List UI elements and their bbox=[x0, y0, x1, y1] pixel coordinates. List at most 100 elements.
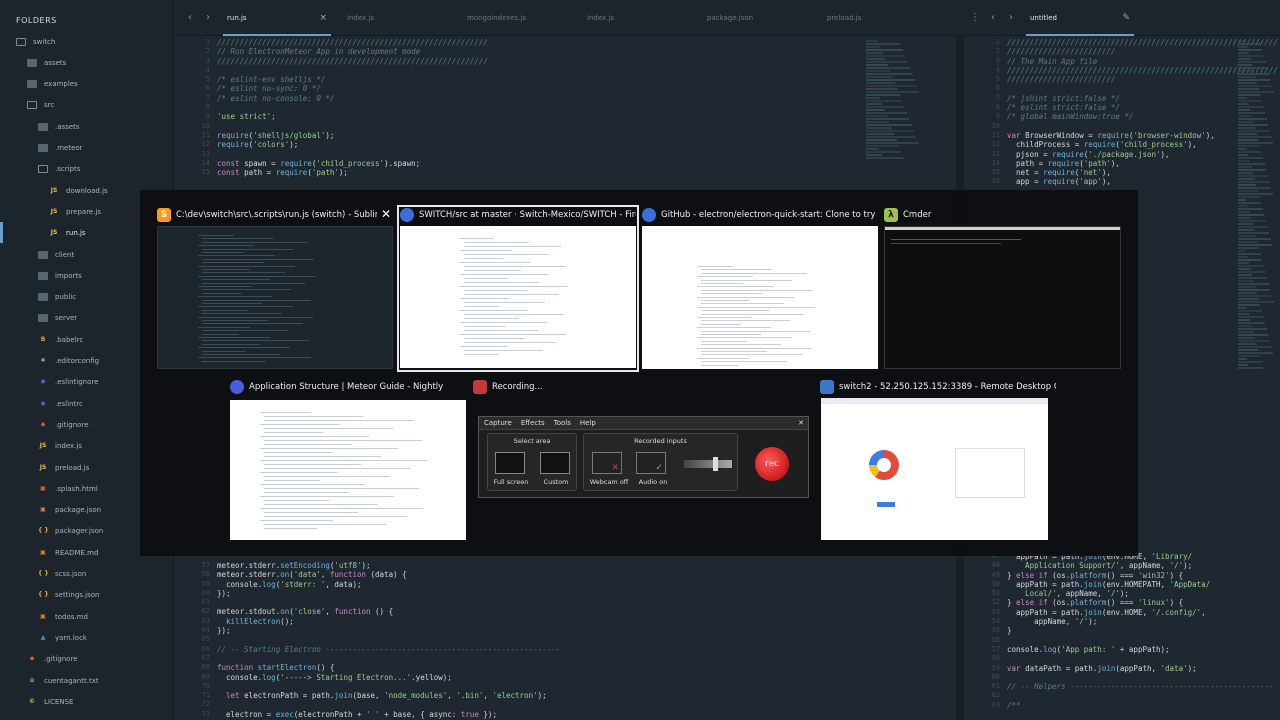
minimap-line bbox=[866, 109, 885, 111]
audio-level-thumb[interactable] bbox=[712, 457, 718, 471]
tab[interactable]: package.json bbox=[697, 0, 817, 36]
switcher-window-sublime[interactable]: S C:\dev\switch\src\.scripts\run.js (swi… bbox=[157, 206, 395, 370]
tree-item[interactable]: JS run.js bbox=[49, 223, 86, 244]
edit-icon[interactable]: ✎ bbox=[1122, 13, 1130, 23]
tree-item[interactable]: ◆ .gitignore bbox=[38, 414, 89, 435]
minimap-line bbox=[1238, 325, 1252, 327]
right-code-bottom[interactable]: appPath = path.join(env.HOME, 'Library/ … bbox=[1007, 552, 1273, 710]
record-button[interactable]: rec bbox=[755, 447, 789, 481]
thumbnail-line bbox=[264, 452, 332, 453]
tree-item-label: .meteor bbox=[55, 144, 83, 152]
tree-item[interactable]: client bbox=[38, 244, 74, 265]
microphone-icon[interactable]: ✓ bbox=[636, 452, 666, 474]
thumbnail-line bbox=[701, 269, 772, 271]
selection-indicator bbox=[0, 222, 3, 243]
tree-item-label: switch bbox=[33, 37, 56, 46]
braces-file-icon: { } bbox=[38, 527, 49, 535]
left-code-top[interactable]: ////////////////////////////////////////… bbox=[217, 38, 488, 177]
tree-item[interactable]: ▲ yarn.lock bbox=[38, 627, 87, 648]
tree-item[interactable]: © LICENSE bbox=[27, 691, 73, 712]
tree-item[interactable]: ◉ .eslintrc bbox=[38, 393, 82, 414]
tree-item[interactable]: switch bbox=[16, 31, 55, 52]
git-file-icon: ◆ bbox=[29, 655, 35, 663]
minimap-line bbox=[1238, 352, 1274, 354]
minimap-line bbox=[1238, 349, 1259, 351]
tree-item[interactable]: JS download.js bbox=[49, 180, 108, 201]
tab[interactable]: index.js bbox=[577, 0, 697, 36]
tree-item[interactable]: JS preload.js bbox=[38, 457, 90, 478]
minimap-line bbox=[1238, 52, 1250, 54]
thumbnail-line bbox=[202, 313, 283, 315]
switcher-window-firefox-switch[interactable]: SWITCH/src at master · Switch-Mexico/SWI… bbox=[400, 206, 638, 370]
switcher-window-meteor-guide[interactable]: Application Structure | Meteor Guide - N… bbox=[230, 378, 468, 542]
close-tab-icon[interactable]: × bbox=[319, 13, 327, 23]
tree-item[interactable]: src bbox=[27, 95, 54, 116]
tree-item-label: download.js bbox=[66, 186, 108, 195]
menu-effects[interactable]: Effects bbox=[521, 419, 545, 427]
tree-item[interactable]: .scripts bbox=[38, 159, 80, 180]
tab[interactable]: preload.js bbox=[817, 0, 937, 36]
minimap-line bbox=[866, 88, 898, 90]
prev-tab-arrow-icon[interactable]: ‹ bbox=[181, 12, 199, 23]
tab[interactable]: index.js bbox=[337, 0, 457, 36]
right-next-tab-arrow-icon[interactable]: › bbox=[1002, 12, 1020, 23]
minimap-line bbox=[1238, 115, 1252, 117]
tree-item[interactable]: { } settings.json bbox=[38, 585, 99, 606]
switcher-window-github[interactable]: GitHub - electron/electron-quick-start: … bbox=[642, 206, 880, 370]
tree-item-label: imports bbox=[55, 271, 82, 280]
tree-item[interactable]: JS index.js bbox=[38, 436, 82, 457]
tree-item[interactable]: { } packager.json bbox=[38, 521, 103, 542]
tree-item[interactable]: ◉ .eslintignore bbox=[38, 372, 98, 393]
next-tab-arrow-icon[interactable]: › bbox=[199, 12, 217, 23]
webcam-off-icon[interactable]: ✕ bbox=[592, 452, 622, 474]
tree-item[interactable]: { } scss.json bbox=[38, 564, 86, 585]
thumbnail-line bbox=[198, 296, 273, 298]
tree-item[interactable]: JS prepare.js bbox=[49, 201, 101, 222]
minimap-line bbox=[1238, 208, 1263, 210]
right-prev-tab-arrow-icon[interactable]: ‹ bbox=[984, 12, 1002, 23]
tab[interactable]: mongoindexes.js bbox=[457, 0, 577, 36]
menu-capture[interactable]: Capture bbox=[484, 419, 512, 427]
tree-item[interactable]: examples bbox=[27, 74, 78, 95]
tree-item[interactable]: ▣ package.json bbox=[38, 500, 101, 521]
menu-tools[interactable]: Tools bbox=[554, 419, 571, 427]
tree-item[interactable]: imports bbox=[38, 265, 82, 286]
switcher-window-remote-desktop[interactable]: switch2 - 52.250.125.152:3389 - Remote D… bbox=[820, 378, 1060, 542]
window-title: switch2 - 52.250.125.152:3389 - Remote D… bbox=[820, 378, 1056, 396]
tree-item[interactable]: ≡ cuentagantt.txt bbox=[27, 670, 98, 691]
window-title: Recording... bbox=[473, 378, 709, 396]
tab[interactable]: untitled ✎ bbox=[1020, 0, 1140, 36]
switcher-window-cmder[interactable]: λ Cmder bbox=[884, 206, 1122, 370]
minimap-line bbox=[866, 154, 882, 156]
tab[interactable]: run.js × bbox=[217, 0, 337, 36]
tree-item[interactable]: ▣ todos.md bbox=[38, 606, 88, 627]
left-code-bottom[interactable]: meteor.stderr.setEncoding('utf8'); meteor… bbox=[217, 561, 560, 719]
minimap-line bbox=[1238, 133, 1257, 135]
tree-item[interactable]: .meteor bbox=[38, 138, 83, 159]
right-menu-icon[interactable]: ⋮ bbox=[966, 12, 984, 23]
custom-area-icon[interactable] bbox=[540, 452, 570, 474]
thumbnail-line bbox=[202, 269, 250, 270]
close-window-button[interactable]: ✕ bbox=[381, 208, 391, 220]
switcher-window-recorder[interactable]: Recording... Capture Effects Tools Help … bbox=[473, 378, 813, 542]
tree-item[interactable]: server bbox=[38, 308, 77, 329]
full-screen-icon[interactable] bbox=[495, 452, 525, 474]
thumbnail-line bbox=[701, 279, 793, 281]
right-minimap[interactable] bbox=[1238, 40, 1278, 370]
menu-help[interactable]: Help bbox=[580, 419, 596, 427]
tree-item[interactable]: B .babelrc bbox=[38, 329, 84, 350]
recorder-close-icon[interactable]: ✕ bbox=[798, 419, 804, 427]
tree-item[interactable]: public bbox=[38, 287, 76, 308]
left-minimap[interactable] bbox=[866, 40, 926, 160]
tree-item[interactable]: .assets bbox=[38, 116, 80, 137]
tree-item[interactable]: ▣ .splash.html bbox=[38, 478, 98, 499]
thumbnail-line bbox=[697, 337, 792, 339]
tree-item[interactable]: assets bbox=[27, 52, 66, 73]
tree-item[interactable]: ◆ .gitignore bbox=[27, 649, 78, 670]
thumbnail-line bbox=[202, 248, 294, 250]
audio-level-slider[interactable] bbox=[684, 457, 732, 471]
minimap-line bbox=[1238, 277, 1268, 279]
tree-item[interactable]: ✱ .editorconfig bbox=[38, 351, 99, 372]
remote-desktop-icon bbox=[820, 380, 834, 394]
tree-item[interactable]: ▣ README.md bbox=[38, 542, 98, 563]
